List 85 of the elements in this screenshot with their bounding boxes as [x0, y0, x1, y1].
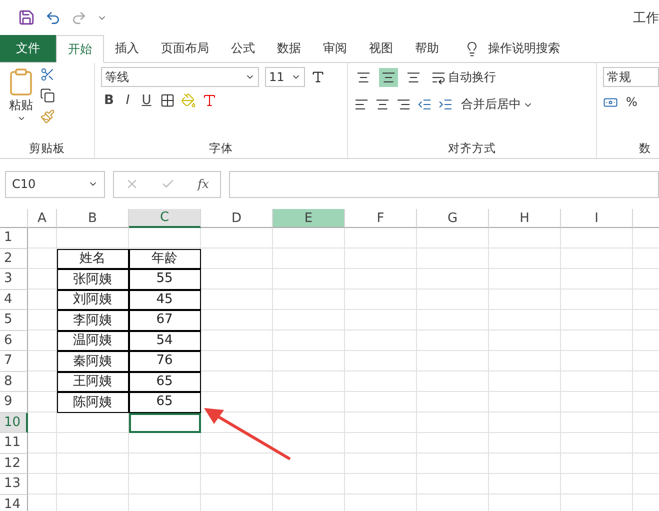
table-cell: 温阿姨: [57, 330, 129, 351]
table-cell: 张阿姨: [57, 269, 129, 290]
ribbon-tab[interactable]: 文件: [0, 35, 56, 62]
borders-icon[interactable]: [160, 93, 176, 108]
bold-button[interactable]: B: [101, 93, 117, 108]
row-header[interactable]: 8: [0, 372, 28, 392]
table-cell: 刘阿姨: [57, 290, 129, 310]
row-header[interactable]: 13: [0, 474, 28, 494]
row-header[interactable]: 6: [0, 330, 28, 351]
active-cell: [129, 412, 201, 433]
group-label: 数: [638, 141, 652, 157]
fill-color-icon[interactable]: [181, 93, 196, 108]
ribbon-tab[interactable]: 审阅: [312, 35, 358, 62]
table-cell: 54: [129, 330, 201, 351]
row-header[interactable]: 2: [0, 248, 28, 269]
column-header[interactable]: I: [561, 209, 633, 228]
align-left-icon[interactable]: [354, 97, 369, 112]
insert-function-button[interactable]: fx: [198, 177, 209, 191]
table-cell: 65: [129, 372, 201, 392]
row-header[interactable]: 7: [0, 351, 28, 372]
ribbon-tab[interactable]: 页面布局: [150, 35, 220, 62]
row-header[interactable]: 10: [0, 412, 28, 433]
caret-icon: [16, 114, 26, 123]
table-cell: 王阿姨: [57, 372, 129, 392]
table-cell: 陈阿姨: [57, 392, 129, 412]
table-cell: 67: [129, 310, 201, 330]
row-header[interactable]: 4: [0, 290, 28, 310]
format-painter-icon[interactable]: [40, 109, 55, 124]
ribbon-tab[interactable]: 视图: [358, 35, 404, 62]
wrap-text-button[interactable]: 自动换行: [429, 67, 498, 88]
font-size-field[interactable]: 11: [265, 67, 305, 87]
row-header[interactable]: 12: [0, 454, 28, 474]
table-cell: 李阿姨: [57, 310, 129, 330]
tell-me-search[interactable]: 操作说明搜索: [488, 40, 560, 57]
indent-decrease-icon[interactable]: [417, 97, 432, 112]
copy-icon[interactable]: [40, 88, 55, 103]
group-label: 字体: [208, 141, 234, 157]
column-header[interactable]: G: [417, 209, 489, 228]
table-cell: 姓名: [57, 248, 129, 269]
wrap-text-icon: [431, 70, 446, 85]
row-header[interactable]: 1: [0, 228, 28, 248]
merge-center-button[interactable]: 合并后居中: [459, 94, 535, 115]
undo-icon[interactable]: [45, 10, 61, 26]
column-header[interactable]: D: [201, 209, 273, 228]
column-header[interactable]: E: [273, 209, 345, 228]
column-header[interactable]: H: [489, 209, 561, 228]
row-header[interactable]: 14: [0, 494, 28, 511]
table-cell: 65: [129, 392, 201, 412]
font-size-icon[interactable]: [311, 70, 325, 84]
ribbon-tab[interactable]: 公式: [220, 35, 266, 62]
ribbon-tab[interactable]: 帮助: [404, 35, 450, 62]
italic-button[interactable]: I: [122, 93, 133, 108]
number-format-field[interactable]: 常规: [603, 67, 659, 87]
font-color-icon[interactable]: [202, 93, 218, 108]
table-cell: 55: [129, 269, 201, 290]
percent-button[interactable]: %: [624, 93, 640, 111]
table-cell: 年龄: [129, 248, 201, 269]
formula-input-field[interactable]: [229, 170, 659, 198]
table-cell: 秦阿姨: [57, 351, 129, 372]
row-header[interactable]: 3: [0, 269, 28, 290]
row-header[interactable]: 11: [0, 433, 28, 454]
column-header[interactable]: B: [57, 209, 129, 228]
ribbon-tab[interactable]: 开始: [56, 35, 104, 63]
underline-button[interactable]: U: [138, 93, 154, 108]
middle-align-button[interactable]: [379, 68, 398, 87]
group-label: 对齐方式: [447, 141, 497, 157]
group-label: 剪贴板: [28, 141, 66, 157]
indent-increase-icon[interactable]: [438, 97, 453, 112]
row-header[interactable]: 9: [0, 392, 28, 412]
column-header[interactable]: C: [129, 209, 201, 228]
window-title: 工作: [633, 10, 659, 26]
align-right-icon[interactable]: [396, 97, 411, 112]
name-box[interactable]: C10: [5, 170, 105, 198]
column-header[interactable]: F: [345, 209, 417, 228]
row-header[interactable]: 5: [0, 310, 28, 330]
save-icon[interactable]: [18, 9, 35, 26]
ribbon-tab[interactable]: 插入: [104, 35, 150, 62]
ribbon-tab[interactable]: 数据: [266, 35, 312, 62]
font-name-field[interactable]: 等线: [101, 67, 259, 87]
table-cell: 76: [129, 351, 201, 372]
scissors-icon[interactable]: [40, 67, 55, 82]
column-header[interactable]: A: [28, 209, 57, 228]
paste-button[interactable]: 粘贴: [6, 67, 36, 141]
table-cell: 45: [129, 290, 201, 310]
align-center-icon[interactable]: [375, 97, 390, 112]
